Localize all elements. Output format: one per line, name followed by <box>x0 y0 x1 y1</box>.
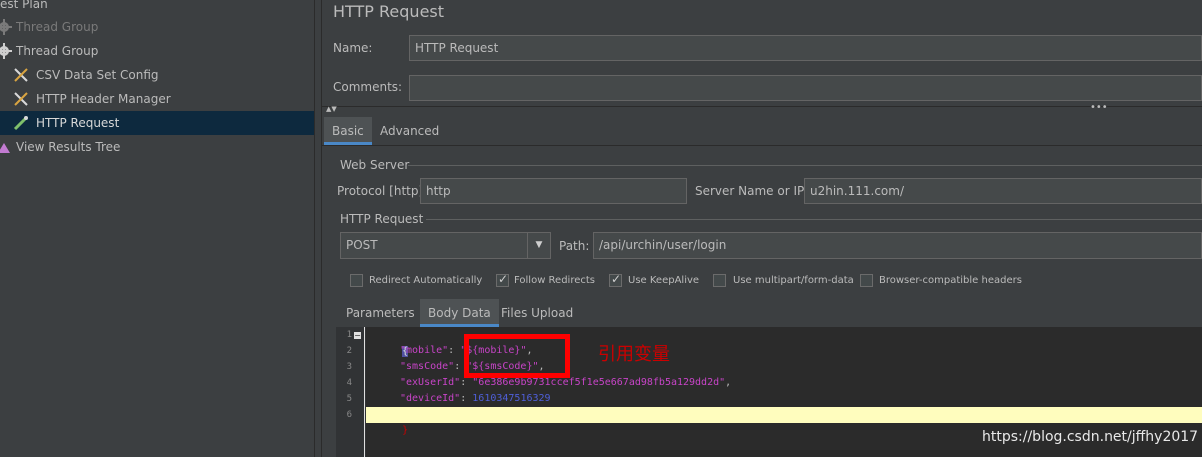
json-sep: : <box>460 393 467 404</box>
gutter-divider <box>364 327 365 457</box>
browser-compatible-headers-label: Browser-compatible headers <box>879 275 1022 286</box>
use-keepalive-checkbox[interactable] <box>609 272 622 287</box>
code-line-6: } <box>366 407 408 436</box>
tree-item-label: HTTP Request <box>36 116 120 130</box>
tree-item-csv-data-set-config[interactable]: CSV Data Set Config <box>0 63 314 87</box>
wrench-screwdriver-icon <box>14 68 28 82</box>
line-number: 4 <box>346 378 352 388</box>
chevron-down-icon[interactable]: ▼ <box>527 233 550 258</box>
json-key: "exUserId" <box>400 377 461 388</box>
follow-redirects-label: Follow Redirects <box>514 275 595 286</box>
follow-redirects-checkbox[interactable] <box>496 272 509 287</box>
tab-files-upload[interactable]: Files Upload <box>493 299 581 327</box>
method-value: POST <box>346 238 378 252</box>
collapse-arrows-icon[interactable]: ▲▼ <box>326 105 337 113</box>
path-label: Path: <box>559 239 590 253</box>
redirect-automatically-checkbox[interactable] <box>350 274 363 287</box>
group-divider <box>408 165 1202 166</box>
line-number-gutter: 1 2 3 4 5 6 − <box>336 327 366 457</box>
server-name-field[interactable]: u2hin.111.com/ <box>804 178 1202 204</box>
test-plan-tree: est Plan Thread Group Thread Group CSV D… <box>0 0 314 457</box>
splitter[interactable] <box>314 0 322 457</box>
tree-item-thread-group-disabled[interactable]: Thread Group <box>0 15 314 39</box>
tree-item-label: Thread Group <box>16 44 99 58</box>
json-key: "mobile" <box>400 345 449 356</box>
tree-item-label: Thread Group <box>16 20 99 34</box>
group-divider <box>426 219 1202 220</box>
tree-item-view-results-tree[interactable]: View Results Tree <box>0 135 314 159</box>
json-key: "smsCode" <box>400 361 455 372</box>
tree-item-thread-group[interactable]: Thread Group <box>0 39 314 63</box>
line-number: 5 <box>346 394 352 404</box>
code-line-1: { <box>366 328 409 357</box>
http-request-panel: HTTP Request Name: HTTP Request Comments… <box>322 0 1202 457</box>
server-name-label: Server Name or IP: <box>695 184 809 198</box>
line-number: 6 <box>346 410 352 420</box>
json-sep: : <box>454 361 461 372</box>
current-line-highlight <box>366 407 1202 423</box>
http-request-group-label: HTTP Request <box>340 212 424 226</box>
gear-icon <box>0 19 12 35</box>
name-field[interactable]: HTTP Request <box>409 35 1202 61</box>
use-multipart-label: Use multipart/form-data <box>733 275 854 286</box>
main-tabs: Basic Advanced <box>322 117 1202 145</box>
path-field[interactable]: /api/urchin/user/login <box>593 232 1202 259</box>
request-subtabs: Parameters Body Data Files Upload <box>338 299 1202 327</box>
tab-parameters[interactable]: Parameters <box>338 299 423 327</box>
line-number: 2 <box>346 346 352 356</box>
tree-item-http-request[interactable]: HTTP Request <box>0 111 314 135</box>
name-label: Name: <box>333 41 373 55</box>
panel-title: HTTP Request <box>333 2 445 21</box>
web-server-group-label: Web Server <box>340 158 410 172</box>
comments-field[interactable] <box>409 75 1202 101</box>
json-number: 1610347516329 <box>472 393 551 404</box>
tab-basic[interactable]: Basic <box>324 117 372 145</box>
json-key: "deviceId" <box>400 393 461 404</box>
pipette-icon <box>13 116 28 131</box>
tree-item-http-header-manager[interactable]: HTTP Header Manager <box>0 87 314 111</box>
protocol-field[interactable]: http <box>420 178 687 204</box>
json-sep: : <box>460 377 467 388</box>
tab-divider <box>322 145 1202 146</box>
fold-toggle-icon[interactable]: − <box>354 332 361 340</box>
line-number: 1 <box>346 330 352 340</box>
browser-compatible-headers-checkbox[interactable] <box>860 274 873 287</box>
drag-handle-icon[interactable]: ••• <box>1090 102 1108 113</box>
protocol-label: Protocol [http]: <box>337 184 428 198</box>
collapse-bar[interactable]: ▲▼ ••• <box>322 102 1202 117</box>
json-value: "6e386e9b9731ccef5f1e5e667ad98fb5a129dd2… <box>472 377 726 388</box>
redirect-automatically-label: Redirect Automatically <box>369 275 483 286</box>
tree-item-label: est Plan <box>0 0 48 11</box>
tab-advanced[interactable]: Advanced <box>372 117 447 145</box>
tree-item-label: HTTP Header Manager <box>36 92 171 106</box>
json-sep: : <box>448 345 455 356</box>
chart-icon <box>0 143 10 153</box>
gear-icon <box>0 43 12 59</box>
tree-item-label: CSV Data Set Config <box>36 68 159 82</box>
json-comma: , <box>725 377 732 388</box>
use-keepalive-label: Use KeepAlive <box>628 275 700 286</box>
tree-item-label: View Results Tree <box>16 140 121 154</box>
annotation-label: 引用变量 <box>598 344 670 365</box>
tree-item-test-plan[interactable]: est Plan <box>0 0 314 16</box>
code-line-5: "deviceId": 1610347516329 <box>400 391 551 407</box>
comments-label: Comments: <box>333 80 403 94</box>
method-select[interactable]: POST ▼ <box>340 232 551 259</box>
tab-body-data[interactable]: Body Data <box>420 299 499 327</box>
use-multipart-checkbox[interactable] <box>713 274 726 287</box>
line-number: 3 <box>346 362 352 372</box>
close-brace: } <box>402 425 409 436</box>
annotation-highlight-box <box>464 334 570 378</box>
wrench-screwdriver-icon <box>14 92 28 106</box>
watermark: https://blog.csdn.net/jffhy2017 <box>982 429 1199 445</box>
